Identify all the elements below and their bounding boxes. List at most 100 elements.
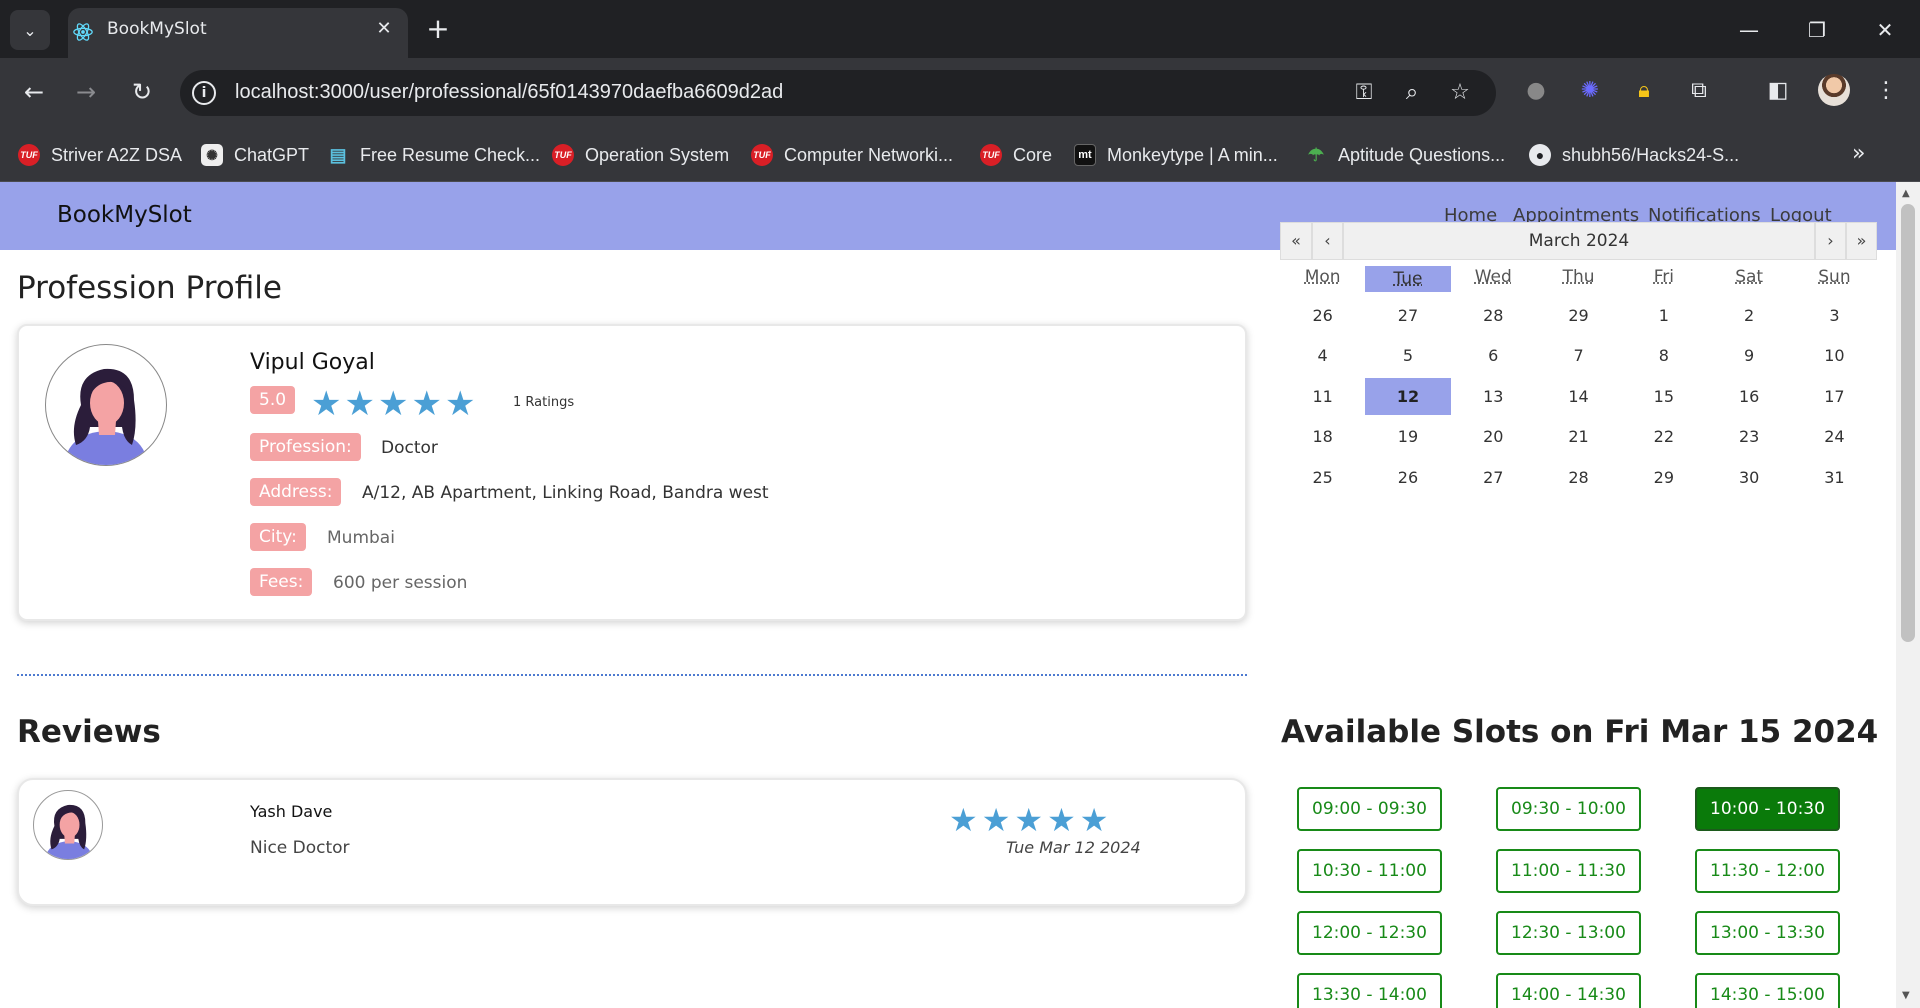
menu-kebab-icon[interactable]: ⋮ [1870,75,1902,107]
slot-button[interactable]: 13:30 - 14:00 [1297,973,1442,1008]
calendar-day[interactable]: 2 [1706,295,1791,336]
calendar-day[interactable]: 29 [1536,295,1621,336]
bookmark-item[interactable]: ☂ Aptitude Questions... [1305,141,1505,169]
restore-icon[interactable]: ❐ [1802,15,1832,45]
calendar-day[interactable]: 11 [1280,376,1365,417]
star-icon: ★ [377,384,409,424]
calendar-day[interactable]: 17 [1792,376,1877,417]
calendar-day[interactable]: 30 [1706,457,1791,498]
bookmark-item[interactable]: ▤ Free Resume Check... [327,141,540,169]
slot-button[interactable]: 10:30 - 11:00 [1297,849,1442,893]
bookmark-label: Operation System [585,144,730,165]
tab-search-button[interactable]: ⌄ [10,10,50,50]
calendar-month-label[interactable]: March 2024 [1343,222,1815,260]
forward-icon[interactable]: → [68,74,104,110]
extension-icon[interactable]: ● [1520,75,1552,107]
bookmarks-overflow-icon[interactable]: » [1852,141,1865,166]
calendar-next-year-button[interactable]: » [1846,222,1877,260]
calendar-day[interactable]: 29 [1621,457,1706,498]
bookmark-item[interactable]: TUF Striver A2Z DSA [18,141,182,169]
new-tab-icon[interactable]: + [424,15,452,43]
review-stars: ★ ★ ★ ★ ★ [949,804,1112,836]
slot-button[interactable]: 12:30 - 13:00 [1496,911,1641,955]
star-icon: ★ [949,801,978,839]
calendar-day[interactable]: 16 [1706,376,1791,417]
window-close-icon[interactable]: ✕ [1870,15,1900,45]
bookmark-item[interactable]: TUF Operation System [552,141,729,169]
calendar-day[interactable]: 1 [1621,295,1706,336]
star-bookmark-icon[interactable]: ☆ [1446,79,1474,107]
calendar-day[interactable]: 28 [1451,295,1536,336]
calendar-day[interactable]: 13 [1451,376,1536,417]
bookmark-label: ChatGPT [234,144,310,165]
calendar-day[interactable]: 6 [1451,336,1536,377]
slot-button-selected[interactable]: 10:00 - 10:30 [1695,787,1840,831]
page-scrollbar[interactable]: ▲ ▼ [1896,182,1920,1008]
url-text[interactable]: localhost:3000/user/professional/65f0143… [235,81,783,104]
calendar-day[interactable]: 26 [1280,295,1365,336]
calendar-day[interactable]: 24 [1792,417,1877,458]
calendar-day[interactable]: 9 [1706,336,1791,377]
slot-button[interactable]: 09:00 - 09:30 [1297,787,1442,831]
scrollbar-thumb[interactable] [1901,204,1915,642]
calendar-day[interactable]: 26 [1365,457,1450,498]
calendar-day[interactable]: 14 [1536,376,1621,417]
tab-close-icon[interactable]: ✕ [372,17,396,41]
star-icon: ★ [1014,801,1044,839]
star-icon: ★ [1079,801,1109,839]
slot-button[interactable]: 11:30 - 12:00 [1695,849,1840,893]
calendar-day[interactable]: 25 [1280,457,1365,498]
profile-avatar[interactable] [1818,74,1850,106]
calendar-day[interactable]: 27 [1451,457,1536,498]
bookmark-item[interactable]: ● shubh56/Hacks24-S... [1529,141,1739,169]
calendar-day[interactable]: 31 [1792,457,1877,498]
slot-button[interactable]: 14:00 - 14:30 [1496,973,1641,1008]
scroll-down-icon[interactable]: ▼ [1902,990,1910,1001]
calendar-day[interactable]: 23 [1706,417,1791,458]
calendar-day[interactable]: 19 [1365,417,1450,458]
fees-label: Fees: [250,568,313,596]
slot-button[interactable]: 09:30 - 10:00 [1496,787,1641,831]
calendar-day[interactable]: 15 [1621,376,1706,417]
bookmark-item[interactable]: TUF Computer Networki... [751,141,953,169]
calendar-day[interactable]: 5 [1365,336,1450,377]
bookmarks-bar: TUF Striver A2Z DSA ✺ ChatGPT ▤ Free Resume… [0,128,1920,182]
calendar-day[interactable]: 21 [1536,417,1621,458]
slot-button[interactable]: 11:00 - 11:30 [1496,849,1641,893]
calendar-day[interactable]: 4 [1280,336,1365,377]
bookmark-item[interactable]: ✺ ChatGPT [201,141,309,169]
calendar-day[interactable]: 20 [1451,417,1536,458]
calendar-day-today[interactable]: 12 [1365,378,1451,415]
brand-logo[interactable]: BookMySlot [57,202,192,228]
key-icon[interactable]: ⚿ [1350,79,1378,107]
calendar-day[interactable]: 8 [1621,336,1706,377]
minimize-icon[interactable]: — [1734,15,1764,45]
zoom-icon[interactable]: ⌕ [1398,79,1426,107]
reload-icon[interactable]: ↻ [124,74,160,110]
calendar-weekday: Thu [1562,267,1595,287]
slot-button[interactable]: 14:30 - 15:00 [1695,973,1840,1008]
extension-snowflake-icon[interactable]: ✺ [1574,75,1606,107]
calendar-prev-year-button[interactable]: « [1280,222,1312,260]
bookmark-item[interactable]: TUF Core [980,141,1052,169]
calendar-day[interactable]: 7 [1536,336,1621,377]
bookmark-item[interactable]: mt Monkeytype | A min... [1074,141,1278,169]
site-info-icon[interactable]: i [192,81,216,105]
calendar-prev-month-button[interactable]: ‹ [1312,222,1343,260]
calendar-day[interactable]: 27 [1365,295,1450,336]
calendar-day[interactable]: 18 [1280,417,1365,458]
calendar-day[interactable]: 22 [1621,417,1706,458]
back-icon[interactable]: ← [16,74,52,110]
address-bar[interactable]: i localhost:3000/user/professional/65f01… [180,70,1496,116]
calendar-day[interactable]: 3 [1792,295,1877,336]
scroll-up-icon[interactable]: ▲ [1902,188,1910,199]
slot-button[interactable]: 12:00 - 12:30 [1297,911,1442,955]
calendar-day[interactable]: 10 [1792,336,1877,377]
extensions-puzzle-icon[interactable]: ⧉ [1683,75,1715,107]
calendar-day[interactable]: 28 [1536,457,1621,498]
page-viewport: BookMySlot Home Appointments Notificatio… [0,182,1896,1008]
calendar-next-month-button[interactable]: › [1815,222,1846,260]
slot-button[interactable]: 13:00 - 13:30 [1695,911,1840,955]
extension-lock-icon[interactable]: 🔒︎ [1628,75,1660,107]
side-panel-icon[interactable]: ◧ [1762,75,1794,107]
